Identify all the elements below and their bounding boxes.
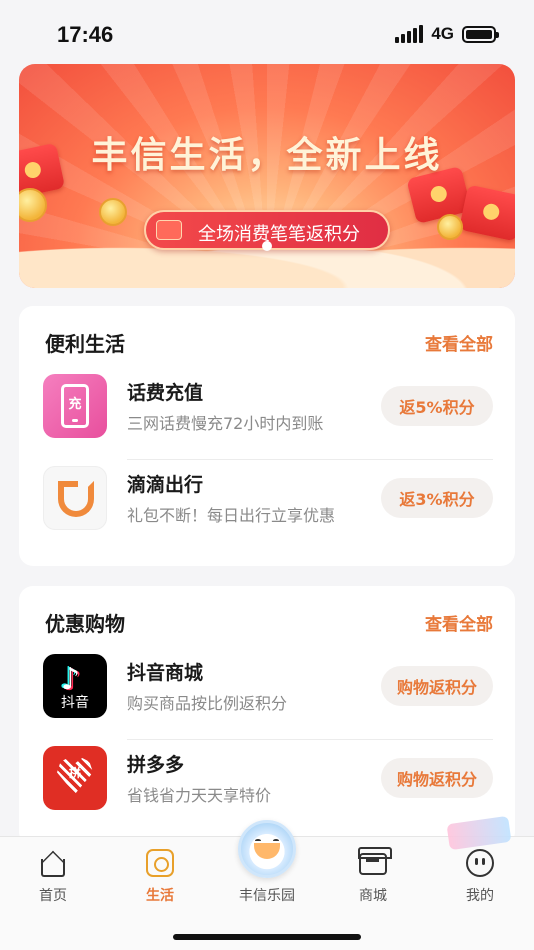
mascot-icon[interactable] (238, 820, 296, 878)
convenience-card: 便利生活 查看全部 充 话费充值 三网话费慢充72小时内到账 返5%积分 滴滴出… (19, 306, 515, 566)
points-badge[interactable]: 返3%积分 (381, 478, 493, 518)
home-icon (39, 849, 67, 877)
item-subtitle: 三网话费慢充72小时内到账 (127, 414, 324, 433)
list-item-recharge[interactable]: 充 话费充值 三网话费慢充72小时内到账 返5%积分 (43, 374, 493, 460)
tab-store[interactable]: 商城 (333, 847, 413, 905)
status-time: 17:46 (57, 22, 114, 47)
tab-profile[interactable]: 我的 (440, 849, 520, 905)
item-subtitle: 购买商品按比例返积分 (127, 694, 288, 713)
network-label: 4G (431, 24, 454, 43)
item-title: 滴滴出行 (127, 474, 204, 496)
tab-life[interactable]: 生活 (120, 849, 200, 905)
shopping-card: 优惠购物 查看全部 ♪ 抖音 抖音商城 购买商品按比例返积分 购物返积分 拼 拼… (19, 586, 515, 846)
didi-icon (43, 466, 107, 530)
douyin-icon-text: 抖音 (61, 695, 89, 711)
status-bar: 17:46 4G (0, 0, 534, 62)
item-subtitle: 省钱省力天天享特价 (127, 786, 272, 805)
profile-icon (466, 849, 494, 877)
signal-icon (395, 25, 424, 43)
battery-icon (462, 25, 499, 43)
coin-icon (437, 214, 463, 240)
coin-icon (99, 198, 127, 226)
view-all-link[interactable]: 查看全部 (425, 330, 493, 355)
tab-label: 首页 (39, 888, 67, 904)
points-badge[interactable]: 返5%积分 (381, 386, 493, 426)
envelope-icon (156, 220, 182, 240)
phone-recharge-icon: 充 (43, 374, 107, 438)
item-title: 话费充值 (127, 382, 204, 404)
tab-home[interactable]: 首页 (13, 849, 93, 905)
banner-title: 丰信生活，全新上线 (91, 135, 443, 176)
pinduoduo-icon: 拼 (43, 746, 107, 810)
list-item-pinduoduo[interactable]: 拼 拼多多 省钱省力天天享特价 购物返积分 (43, 746, 493, 826)
tab-label: 丰信乐园 (239, 888, 295, 904)
douyin-icon: ♪ 抖音 (43, 654, 107, 718)
carousel-dot (262, 241, 272, 251)
promo-banner[interactable]: 丰信生活，全新上线 全场消费笔笔返积分 (19, 64, 515, 288)
item-title: 拼多多 (127, 754, 185, 776)
banner-subtitle: 全场消费笔笔返积分 (198, 224, 360, 245)
list-item-didi[interactable]: 滴滴出行 礼包不断！每日出行立享优惠 返3%积分 (43, 466, 493, 546)
pinduoduo-icon-char: 拼 (68, 766, 81, 780)
store-icon (358, 847, 392, 877)
item-subtitle: 礼包不断！每日出行立享优惠 (127, 506, 336, 525)
item-title: 抖音商城 (127, 662, 204, 684)
tab-label: 我的 (466, 888, 494, 904)
section-title: 便利生活 (45, 332, 125, 356)
points-badge[interactable]: 购物返积分 (381, 666, 493, 706)
divider (127, 739, 493, 740)
home-indicator (173, 934, 361, 940)
section-title: 优惠购物 (45, 612, 125, 636)
status-indicators: 4G (395, 24, 499, 44)
list-item-douyin[interactable]: ♪ 抖音 抖音商城 购买商品按比例返积分 购物返积分 (43, 654, 493, 740)
life-icon (146, 849, 174, 877)
tab-label: 生活 (146, 888, 174, 904)
points-badge[interactable]: 购物返积分 (381, 758, 493, 798)
recharge-icon-char: 充 (68, 397, 82, 412)
tab-label: 商城 (359, 888, 387, 904)
view-all-link[interactable]: 查看全部 (425, 610, 493, 635)
divider (127, 459, 493, 460)
